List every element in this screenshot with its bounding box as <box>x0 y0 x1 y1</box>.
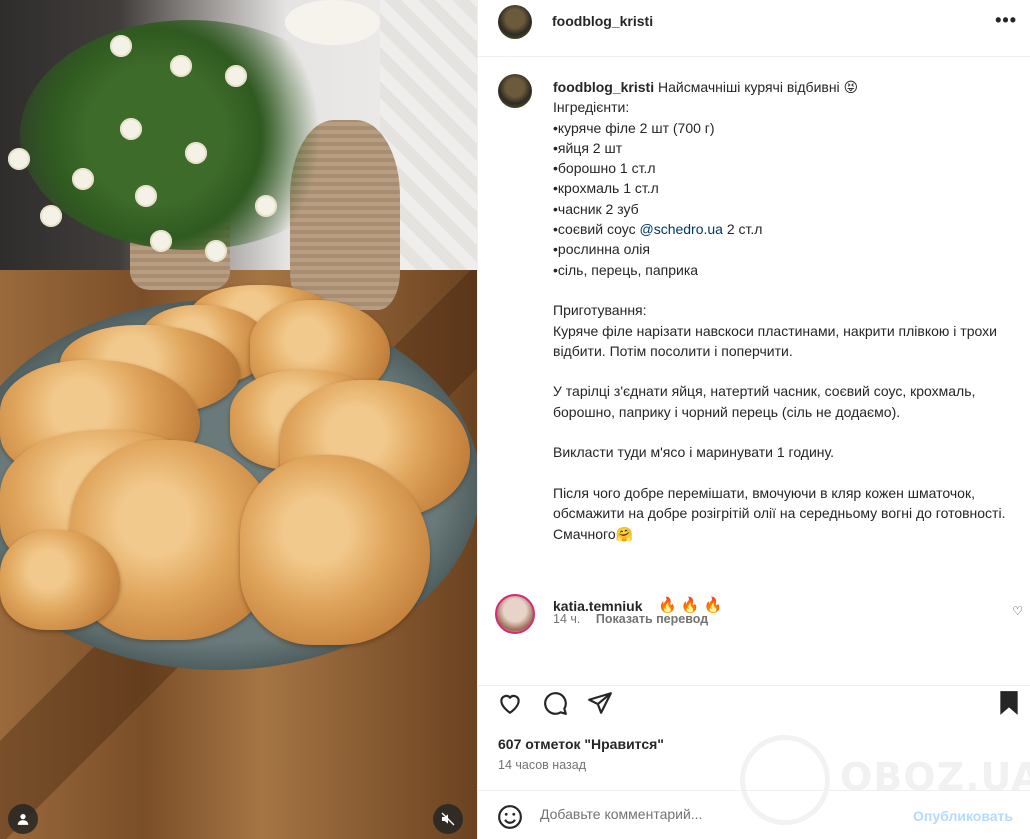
caption-text: foodblog_kristi Найсмачніші курячі відби… <box>553 77 1018 544</box>
mute-button[interactable] <box>433 804 463 834</box>
author-username[interactable]: foodblog_kristi <box>552 13 653 29</box>
photo-flower <box>185 142 207 164</box>
post-time[interactable]: 14 часов назад <box>498 758 586 772</box>
caption-author-avatar[interactable] <box>498 74 532 108</box>
more-horizontal-icon[interactable]: ••• <box>995 10 1017 31</box>
post-photo[interactable] <box>0 0 477 839</box>
photo-flower <box>40 205 62 227</box>
heart-icon[interactable] <box>496 689 524 717</box>
photo-flower <box>255 195 277 217</box>
emoji-icon[interactable] <box>497 804 523 833</box>
photo-flower <box>170 55 192 77</box>
send-icon[interactable] <box>586 689 614 717</box>
photo-big-flower <box>285 0 380 45</box>
photo-plant <box>20 20 360 250</box>
photo-flower <box>205 240 227 262</box>
publish-button[interactable]: Опубликовать <box>913 808 1013 824</box>
caption-title: Найсмачніші курячі відбивні 😝 <box>658 79 859 95</box>
speaker-muted-icon <box>441 812 455 826</box>
caption-body-1: Інгредієнти: •куряче філе 2 шт (700 г) •… <box>553 99 715 238</box>
user-icon <box>17 814 29 825</box>
commenter-username[interactable]: katia.temniuk <box>553 598 642 614</box>
caption-body-2: 2 ст.л •рослинна олія •сіль, перець, пап… <box>553 221 1006 542</box>
post-caption: foodblog_kristi Найсмачніші курячі відби… <box>478 57 1030 685</box>
action-bar <box>478 685 1030 720</box>
comment-input[interactable] <box>540 806 870 822</box>
photo-flower <box>225 65 247 87</box>
photo-flower <box>135 185 157 207</box>
bookmark-icon[interactable] <box>995 689 1023 717</box>
commenter-avatar[interactable] <box>495 594 535 634</box>
comment-like-icon[interactable]: ♡ <box>1012 604 1023 618</box>
comment-text: 🔥 🔥 🔥 <box>658 597 723 614</box>
photo-flower <box>8 148 30 170</box>
photo-flower <box>120 118 142 140</box>
likes-count[interactable]: 607 отметок "Нравится" <box>498 736 664 752</box>
mention-link[interactable]: @schedro.ua <box>639 221 722 237</box>
author-avatar[interactable] <box>498 5 532 39</box>
photo-cutlet <box>0 530 120 630</box>
comment-icon[interactable] <box>541 689 569 717</box>
post-sidebar: foodblog_kristi ••• foodblog_kristi Найс… <box>477 0 1030 839</box>
tagged-users-button[interactable] <box>8 804 38 834</box>
post-header: foodblog_kristi ••• <box>478 0 1030 57</box>
comment-item: katia.temniuk 🔥 🔥 🔥 ♡ <box>478 594 1030 634</box>
photo-flower <box>150 230 172 252</box>
photo-flower <box>72 168 94 190</box>
caption-username[interactable]: foodblog_kristi <box>553 79 654 95</box>
photo-flower <box>110 35 132 57</box>
add-comment-bar: Опубликовать <box>478 790 1030 839</box>
